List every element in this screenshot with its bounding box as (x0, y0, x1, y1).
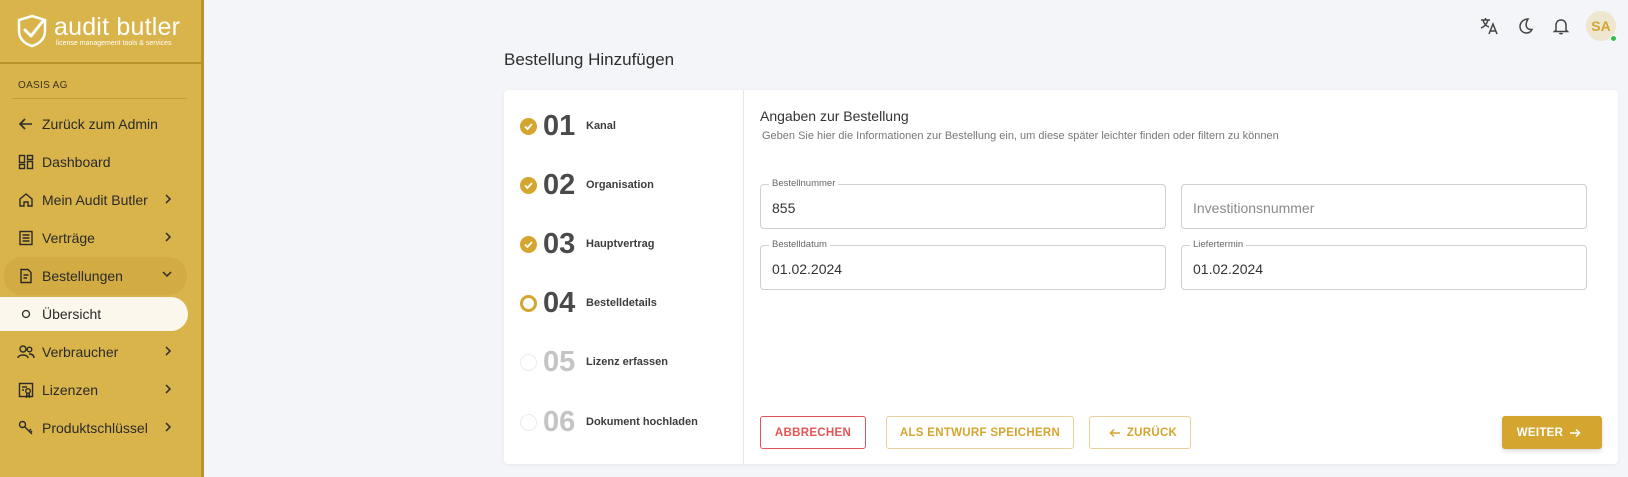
delivery-date-field[interactable]: Liefertermin 01.02.2024 (1181, 239, 1587, 290)
field-value: 01.02.2024 (772, 261, 843, 277)
nav-overview[interactable]: Übersicht (0, 297, 188, 331)
button-label: ALS ENTWURF SPEICHERN (899, 426, 1061, 439)
form-title: Angaben zur Bestellung (760, 108, 909, 124)
user-avatar[interactable]: SA (1586, 11, 1617, 42)
step-4[interactable]: 04 Bestelldetails (520, 283, 657, 323)
translate-icon[interactable] (1478, 15, 1500, 37)
wizard-card: 01 Kanal 02 Organisation 03 Hauptvertrag… (504, 90, 1618, 464)
back-button[interactable]: ZURÜCK (1089, 416, 1191, 449)
step-label: Lizenz erfassen (586, 356, 668, 368)
step-label: Hauptvertrag (586, 238, 655, 250)
step-5: 05 Lizenz erfassen (520, 342, 668, 382)
logo[interactable]: audit butler license management tools & … (0, 0, 201, 64)
step-label: Kanal (586, 120, 616, 132)
field-value: 01.02.2024 (1193, 261, 1264, 277)
field-label: Bestelldatum (769, 239, 830, 250)
order-icon (16, 266, 36, 286)
step-label: Bestelldetails (586, 297, 657, 309)
form-subtitle: Geben Sie hier die Informationen zur Bes… (762, 130, 1279, 142)
chevron-right-icon (163, 193, 173, 205)
topbar-actions: SA (1478, 11, 1628, 42)
logo-name: audit butler (54, 12, 181, 41)
step-1[interactable]: 01 Kanal (520, 106, 616, 146)
notification-bell-icon[interactable] (1550, 15, 1572, 37)
step-number: 02 (543, 168, 576, 201)
order-date-field[interactable]: Bestelldatum 01.02.2024 (760, 239, 1166, 290)
nav-label: Übersicht (42, 306, 102, 322)
check-icon (520, 235, 537, 253)
chevron-right-icon (163, 345, 173, 357)
sidebar: audit butler license management tools & … (0, 0, 204, 477)
stepper: 01 Kanal 02 Organisation 03 Hauptvertrag… (504, 90, 744, 464)
nav-dashboard[interactable]: Dashboard (0, 143, 201, 181)
step-label: Dokument hochladen (586, 416, 698, 428)
field-label: Bestellnummer (769, 178, 839, 189)
arrow-left-icon (16, 114, 36, 134)
avatar-initials: SA (1591, 18, 1611, 34)
next-button[interactable]: WEITER (1502, 416, 1602, 449)
online-status-dot (1610, 35, 1617, 42)
chevron-right-icon (163, 383, 173, 395)
nav-label: Dashboard (42, 154, 111, 170)
nav-consumers[interactable]: Verbraucher (0, 333, 201, 371)
pending-step-icon (520, 413, 537, 431)
step-number: 01 (543, 109, 576, 142)
key-icon (16, 418, 36, 438)
nav-label: Bestellungen (42, 268, 123, 284)
arrow-left-icon (1109, 427, 1121, 439)
nav-orders[interactable]: Bestellungen (4, 257, 187, 295)
check-icon (520, 117, 537, 135)
save-draft-button[interactable]: ALS ENTWURF SPEICHERN (886, 416, 1074, 449)
check-icon (520, 176, 537, 194)
nav-my-audit-butler[interactable]: Mein Audit Butler (0, 181, 201, 219)
button-label: ABBRECHEN (774, 426, 852, 439)
page-title: Bestellung Hinzufügen (504, 50, 675, 69)
divider (12, 98, 187, 99)
step-number: 06 (543, 405, 576, 438)
chevron-right-icon (163, 421, 173, 433)
list-icon (16, 228, 36, 248)
chevron-right-icon (163, 231, 173, 243)
pending-step-icon (520, 353, 537, 371)
nav-label: Lizenzen (42, 382, 99, 398)
nav-licenses[interactable]: Lizenzen (0, 371, 201, 409)
step-2[interactable]: 02 Organisation (520, 165, 654, 205)
shield-check-logo-icon (17, 14, 47, 48)
cancel-button[interactable]: ABBRECHEN (760, 416, 866, 449)
step-6: 06 Dokument hochladen (520, 402, 698, 442)
home-icon (16, 190, 36, 210)
nav-label: Mein Audit Butler (42, 192, 148, 208)
field-value: 855 (772, 200, 796, 216)
step-number: 03 (543, 227, 576, 260)
field-label: Liefertermin (1190, 239, 1247, 250)
chevron-down-icon (161, 269, 173, 279)
current-step-icon (520, 294, 537, 312)
arrow-right-icon (1569, 427, 1581, 439)
nav-back-to-admin[interactable]: Zurück zum Admin (0, 105, 201, 143)
org-name: OASIS AG (18, 80, 68, 91)
investment-number-field[interactable]: Investitionsnummer (1181, 184, 1587, 229)
dashboard-icon (16, 152, 36, 172)
nav-contracts[interactable]: Verträge (0, 219, 201, 257)
field-placeholder: Investitionsnummer (1193, 200, 1315, 216)
order-details-form: Angaben zur Bestellung Geben Sie hier di… (760, 90, 1618, 464)
circle-icon (16, 304, 36, 324)
button-label: WEITER (1516, 426, 1564, 439)
step-number: 05 (543, 345, 576, 378)
users-icon (16, 342, 36, 362)
logo-tagline: license management tools & services (56, 39, 172, 47)
step-3[interactable]: 03 Hauptvertrag (520, 224, 654, 264)
nav-label: Verbraucher (42, 344, 119, 360)
step-label: Organisation (586, 179, 654, 191)
nav-label: Produktschlüssel (42, 420, 148, 436)
order-number-field[interactable]: Bestellnummer 855 (760, 178, 1166, 229)
nav-label: Verträge (42, 230, 95, 246)
nav-label: Zurück zum Admin (42, 116, 158, 132)
button-label: ZURÜCK (1126, 426, 1178, 439)
step-number: 04 (543, 286, 576, 319)
dark-mode-moon-icon[interactable] (1514, 15, 1536, 37)
license-icon (16, 380, 36, 400)
nav-product-keys[interactable]: Produktschlüssel (0, 409, 201, 447)
